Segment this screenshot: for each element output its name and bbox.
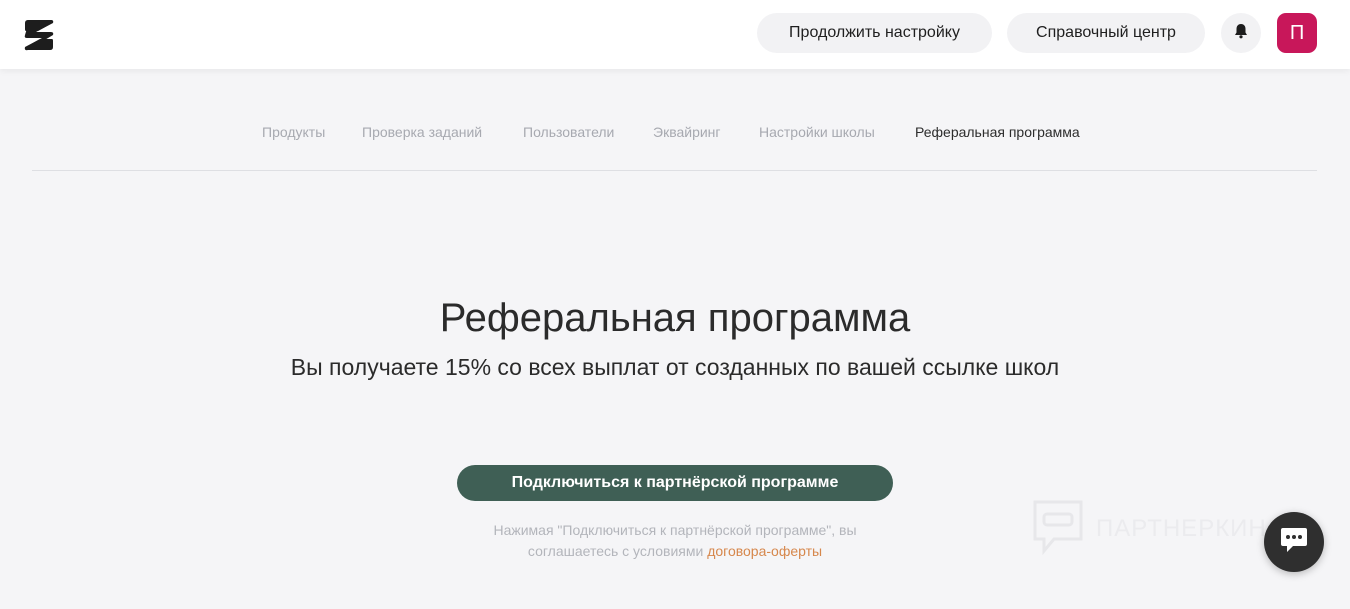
chat-widget-button[interactable] bbox=[1264, 512, 1324, 572]
chat-bubble-icon bbox=[1279, 526, 1309, 559]
tabs-divider bbox=[32, 170, 1317, 171]
terms-line-2: соглашаетесь с условиями bbox=[527, 543, 704, 559]
watermark: ПАРТНЕРКИН bbox=[1032, 500, 1302, 558]
page-subtitle: Вы получаете 15% со всех выплат от созда… bbox=[290, 354, 1060, 380]
avatar-letter: П bbox=[1289, 21, 1305, 44]
bell-icon bbox=[1234, 23, 1248, 44]
terms-note: Нажимая "Подключиться к партнёрской прог… bbox=[450, 520, 900, 562]
brand-logo-icon[interactable] bbox=[24, 19, 54, 51]
join-partner-program-button[interactable]: Подключиться к партнёрской программе bbox=[457, 465, 893, 501]
tab-acquiring[interactable]: Эквайринг bbox=[653, 124, 721, 140]
continue-setup-button[interactable]: Продолжить настройку bbox=[757, 13, 992, 53]
partnerkin-mask-icon bbox=[1032, 499, 1084, 560]
help-center-button[interactable]: Справочный центр bbox=[1007, 13, 1205, 53]
tab-products[interactable]: Продукты bbox=[262, 124, 325, 140]
terms-line-1: Нажимая "Подключиться к партнёрской прог… bbox=[493, 522, 857, 538]
notifications-button[interactable] bbox=[1221, 13, 1261, 53]
offer-contract-link[interactable]: договора-оферты bbox=[707, 543, 822, 559]
page-title: Реферальная программа bbox=[439, 296, 911, 340]
user-avatar[interactable]: П bbox=[1277, 13, 1317, 53]
settings-tabs: Продукты Проверка заданий Пользователи Э… bbox=[0, 124, 1350, 144]
tab-assignment-review[interactable]: Проверка заданий bbox=[362, 124, 482, 140]
top-header: Продолжить настройку Справочный центр П bbox=[0, 0, 1350, 69]
tab-users[interactable]: Пользователи bbox=[523, 124, 614, 140]
watermark-text: ПАРТНЕРКИН bbox=[1096, 515, 1267, 542]
tab-referral-program[interactable]: Реферальная программа bbox=[915, 124, 1080, 140]
tab-school-settings[interactable]: Настройки школы bbox=[759, 124, 875, 140]
